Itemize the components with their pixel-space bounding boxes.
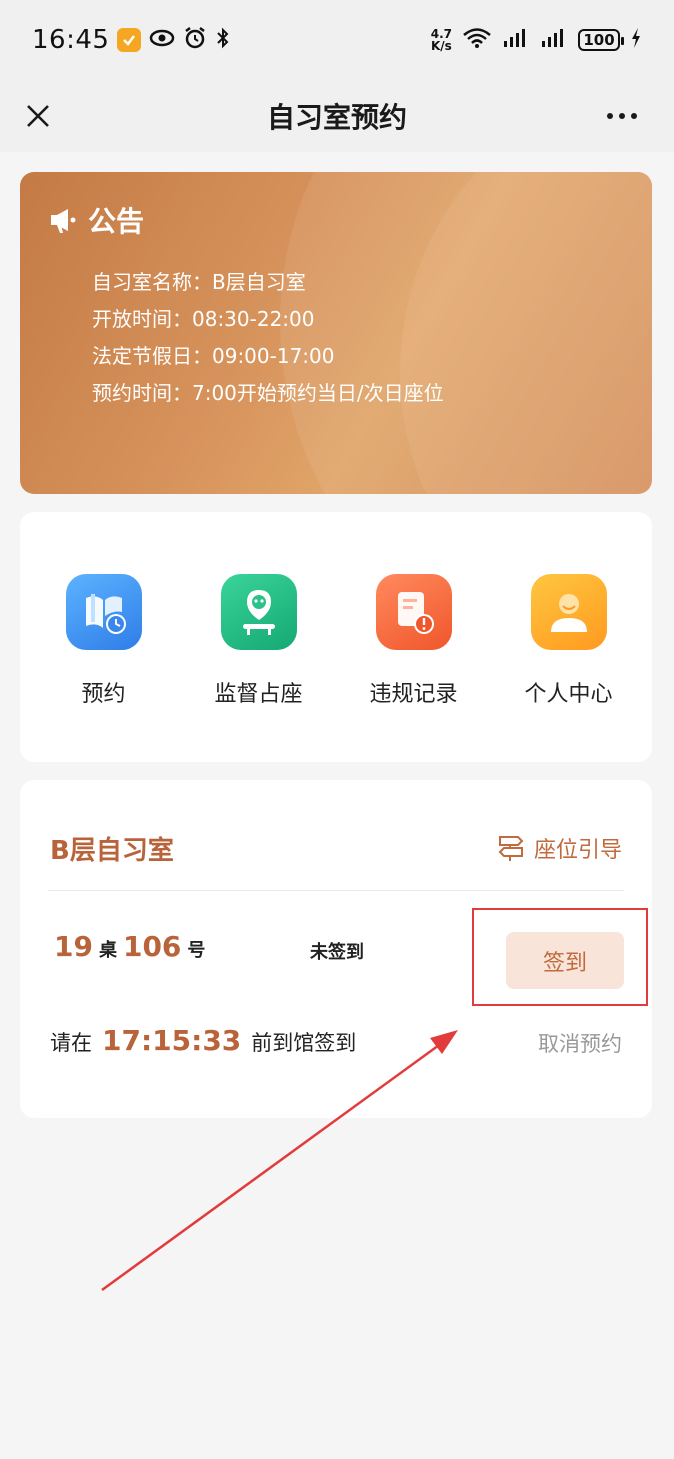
seat-guide-label: 座位引导 — [533, 838, 622, 863]
desk-number: 19 — [54, 930, 93, 963]
close-icon — [27, 105, 49, 127]
hint-prefix: 请在 — [50, 1031, 92, 1055]
bluetooth-icon — [215, 26, 231, 54]
status-badge: 未签到 — [310, 942, 364, 963]
announcement-open-hours: 开放时间：08:30-22:00 — [92, 307, 315, 331]
seat-unit: 号 — [187, 940, 206, 961]
menu-label: 监督占座 — [214, 682, 303, 707]
menu-item-personal-center[interactable]: 个人中心 — [494, 574, 644, 708]
signal-icon — [502, 27, 530, 53]
annotation-highlight-box — [472, 908, 648, 1006]
page-title: 自习室预约 — [266, 101, 407, 134]
checkin-hint: 请在 17:15:33 前到馆签到 — [50, 1024, 356, 1057]
seat-guide-link[interactable]: 座位引导 — [496, 832, 622, 864]
user-icon — [530, 574, 607, 650]
network-speed-unit: K/s — [430, 39, 452, 53]
alarm-icon — [183, 26, 207, 54]
more-icon — [631, 113, 637, 119]
network-speed: 4.7 K/s — [431, 28, 452, 52]
seat-info: 19 桌 106 号 — [54, 930, 205, 963]
status-time: 16:45 — [32, 25, 110, 55]
menu-label: 预约 — [81, 682, 126, 707]
announcement-title: 公告 — [88, 205, 145, 238]
status-bar-left: 16:45 — [32, 25, 231, 55]
menu-label: 违规记录 — [369, 682, 458, 707]
megaphone-icon — [51, 209, 76, 233]
wifi-icon — [462, 27, 492, 53]
document-warning-icon — [375, 574, 452, 650]
close-button[interactable] — [18, 96, 58, 136]
menu-item-violation-record[interactable]: 违规记录 — [339, 574, 489, 708]
charging-icon — [630, 27, 642, 53]
more-icon — [619, 113, 625, 119]
announcement-booking-time: 预约时间：7:00开始预约当日/次日座位 — [92, 381, 444, 405]
book-clock-icon — [65, 574, 142, 650]
seat-number: 106 — [122, 930, 182, 963]
signal-icon — [540, 27, 568, 53]
menu-label: 个人中心 — [524, 682, 613, 707]
location-seat-icon — [220, 574, 297, 650]
status-bar-right: 4.7 K/s 100 — [431, 27, 642, 53]
title-bar: 自习室预约 — [0, 80, 674, 152]
announcement-card: 公告 自习室名称：B层自习室 开放时间：08:30-22:00 法定节假日：09… — [20, 172, 652, 494]
hint-suffix: 前到馆签到 — [251, 1031, 357, 1055]
battery-indicator: 100 — [578, 29, 624, 51]
divider — [48, 890, 624, 891]
more-button[interactable] — [596, 96, 648, 136]
signpost-icon — [498, 836, 524, 861]
more-icon — [607, 113, 613, 119]
announcement-lines: 自习室名称：B层自习室 开放时间：08:30-22:00 法定节假日：09:00… — [92, 264, 444, 412]
room-name: B层自习室 — [50, 836, 174, 866]
status-bar: 16:45 4.7 K/s 100 — [0, 0, 674, 80]
app-screen: 16:45 4.7 K/s 100 自习室预约 公告 自习室名称：B层自习室 开… — [0, 0, 674, 1459]
menu-item-supervise-seat[interactable]: 监督占座 — [184, 574, 334, 708]
eye-icon — [149, 28, 175, 52]
app-icon — [117, 28, 142, 52]
cancel-reservation-link[interactable]: 取消预约 — [538, 1028, 622, 1058]
desk-unit: 桌 — [98, 940, 117, 961]
announcement-room-name: 自习室名称：B层自习室 — [92, 270, 306, 294]
menu-item-reserve[interactable]: 预约 — [29, 574, 179, 708]
announcement-header: 公告 — [48, 200, 144, 240]
countdown-time: 17:15:33 — [102, 1024, 242, 1057]
announcement-holiday-hours: 法定节假日：09:00-17:00 — [92, 344, 335, 368]
menu-card: 预约 监督占座 违规记录 个人中心 — [20, 512, 652, 762]
